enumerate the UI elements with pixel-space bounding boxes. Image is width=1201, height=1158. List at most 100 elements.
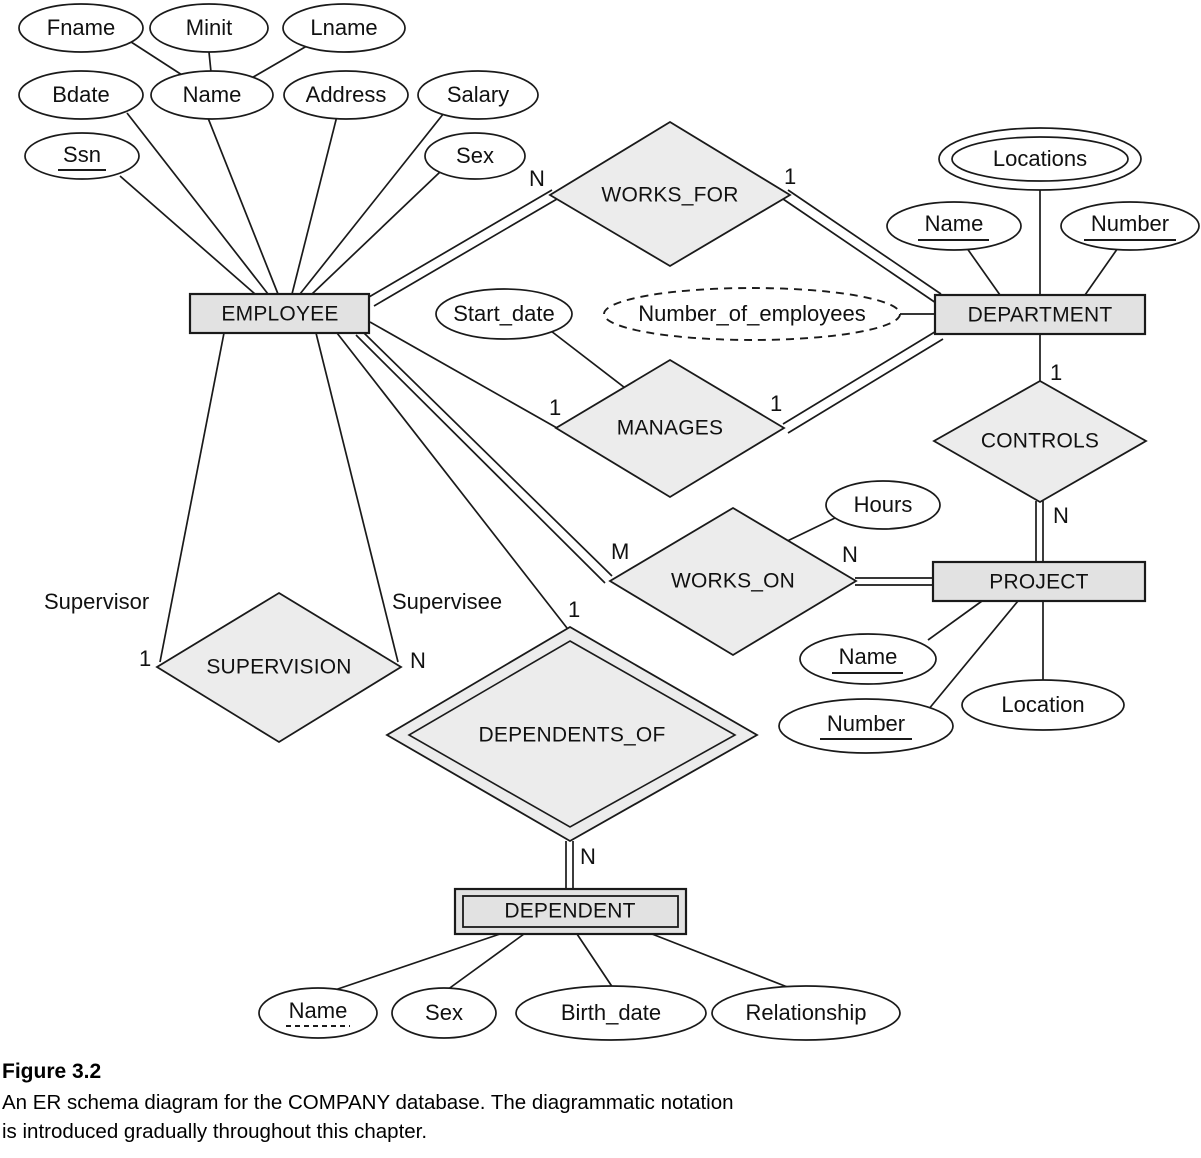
dep-birth-date-label: Birth_date: [561, 1000, 661, 1025]
attribute-works_on-hours[interactable]: Hours: [825, 480, 941, 530]
works_on-label: WORKS_ON: [671, 570, 795, 593]
role-supervisor-label: Supervisor: [44, 589, 149, 614]
attribute-emp-address[interactable]: Address: [283, 70, 409, 120]
link-manages-department-a: [782, 329, 939, 425]
link-projname-project: [927, 600, 983, 641]
attribute-emp-salary[interactable]: Salary: [417, 70, 539, 120]
entity-department[interactable]: DEPARTMENT: [933, 293, 1147, 336]
attribute-manages-start-date[interactable]: Start_date: [435, 288, 573, 340]
attribute-emp-ssn[interactable]: Ssn: [24, 132, 140, 180]
link-manages-department-b: [787, 338, 944, 434]
emp-minit-label: Minit: [186, 15, 232, 40]
dept-number-label: Number: [1091, 211, 1169, 236]
link-employee-supervision-supervisor: [159, 332, 225, 663]
emp-sex-label: Sex: [456, 143, 494, 168]
figure-caption-line-2: is introduced gradually throughout this …: [2, 1120, 428, 1144]
link-ssn-employee: [119, 175, 256, 295]
cardinality-dependents_of-n: N: [580, 844, 596, 869]
emp-fname-label: Fname: [47, 15, 115, 40]
attribute-dept-name[interactable]: Name: [886, 201, 1022, 251]
attribute-proj-name[interactable]: Name: [799, 633, 937, 685]
locations-label: Locations: [993, 146, 1087, 171]
cardinality-works_on-m: M: [611, 539, 629, 564]
link-start_date-manages: [550, 330, 630, 392]
attribute-dept-noe[interactable]: Number_of_employees: [603, 287, 901, 341]
attribute-emp-lname[interactable]: Lname: [282, 3, 406, 53]
link-employee-works_for-a: [368, 189, 553, 298]
cardinality-works_for-n: N: [529, 166, 545, 191]
link-depname-dependent: [322, 933, 501, 995]
relationship-supervision[interactable]: SUPERVISION: [155, 591, 403, 744]
cardinality-manages-right-1: 1: [770, 391, 782, 416]
figure-label: Figure 3.2: [2, 1060, 102, 1083]
attribute-dep-name[interactable]: Name: [258, 987, 378, 1039]
attribute-emp-fname[interactable]: Fname: [18, 3, 144, 53]
link-deptname-department: [963, 243, 1001, 296]
emp-name-label: Name: [183, 82, 242, 107]
department-label: DEPARTMENT: [968, 304, 1113, 327]
cardinality-works_on-n: N: [842, 542, 858, 567]
attribute-dept-number[interactable]: Number: [1060, 201, 1200, 251]
number-of-employees-label: Number_of_employees: [638, 301, 865, 326]
figure-caption: Figure 3.2 An ER schema diagram for the …: [0, 1058, 1201, 1147]
cardinality-supervision-n: N: [410, 648, 426, 673]
start-date-label: Start_date: [453, 301, 555, 326]
attribute-proj-number[interactable]: Number: [778, 698, 954, 754]
cardinality-manages-left-1: 1: [549, 395, 561, 420]
cardinality-dependents_of-1: 1: [568, 597, 580, 622]
manages-label: MANAGES: [617, 417, 723, 440]
emp-salary-label: Salary: [447, 82, 509, 107]
cardinality-controls-1: 1: [1050, 360, 1062, 385]
link-deprelationship-dependent: [651, 933, 796, 991]
figure-caption-line-1: An ER schema diagram for the COMPANY dat…: [2, 1091, 734, 1115]
attribute-dep-sex[interactable]: Sex: [391, 987, 497, 1039]
project-label: PROJECT: [989, 571, 1088, 594]
relationship-works_for[interactable]: WORKS_FOR: [548, 120, 792, 268]
entity-project[interactable]: PROJECT: [931, 560, 1147, 603]
link-sex-employee: [311, 171, 441, 295]
emp-bdate-label: Bdate: [52, 82, 110, 107]
link-minit-name: [208, 51, 212, 73]
works_for-label: WORKS_FOR: [601, 184, 738, 207]
emp-lname-label: Lname: [310, 15, 377, 40]
dept-name-label: Name: [925, 211, 984, 236]
attribute-proj-location[interactable]: Location: [961, 679, 1125, 731]
proj-name-label: Name: [839, 644, 898, 669]
dep-name-label: Name: [289, 998, 348, 1023]
link-employee-works_on-b: [355, 334, 606, 584]
link-bdate-employee: [126, 112, 269, 295]
dependents_of-label: DEPENDENTS_OF: [479, 724, 666, 747]
attribute-emp-minit[interactable]: Minit: [149, 3, 269, 53]
link-address-employee: [291, 115, 338, 295]
role-supervisee-label: Supervisee: [392, 589, 502, 614]
emp-ssn-label: Ssn: [63, 142, 101, 167]
attribute-emp-sex[interactable]: Sex: [424, 132, 526, 180]
attribute-dep-relationship[interactable]: Relationship: [711, 985, 901, 1041]
employee-label: EMPLOYEE: [221, 303, 338, 326]
link-employee-dependents_of: [336, 332, 568, 629]
cardinality-controls-n: N: [1053, 503, 1069, 528]
controls-label: CONTROLS: [981, 430, 1099, 453]
cardinality-supervision-1: 1: [139, 646, 151, 671]
relationship-manages[interactable]: MANAGES: [554, 358, 786, 499]
relationship-works_on[interactable]: WORKS_ON: [608, 506, 858, 657]
dep-sex-label: Sex: [425, 1000, 463, 1025]
proj-number-label: Number: [827, 711, 905, 736]
relationship-controls[interactable]: CONTROLS: [932, 379, 1148, 504]
link-name-employee: [207, 117, 279, 295]
relationship-dependents_of[interactable]: DEPENDENTS_OF: [385, 625, 759, 843]
attribute-emp-name[interactable]: Name: [150, 70, 274, 120]
supervision-label: SUPERVISION: [206, 656, 351, 679]
dependent-label: DEPENDENT: [504, 900, 635, 923]
dep-relationship-label: Relationship: [745, 1000, 866, 1025]
attribute-dep-birth-date[interactable]: Birth_date: [515, 985, 707, 1041]
attribute-dept-locations[interactable]: Locations: [938, 127, 1142, 191]
hours-label: Hours: [854, 492, 913, 517]
er-diagram-figure: WORKS_FOR MANAGES CONTROLS WORKS_ON SUPE…: [0, 0, 1201, 1158]
link-salary-employee: [299, 112, 445, 295]
entity-dependent[interactable]: DEPENDENT: [453, 887, 688, 936]
entity-employee[interactable]: EMPLOYEE: [188, 292, 371, 335]
link-depsex-dependent: [446, 933, 525, 991]
attribute-emp-bdate[interactable]: Bdate: [18, 70, 144, 120]
link-deptnumber-department: [1084, 244, 1121, 296]
